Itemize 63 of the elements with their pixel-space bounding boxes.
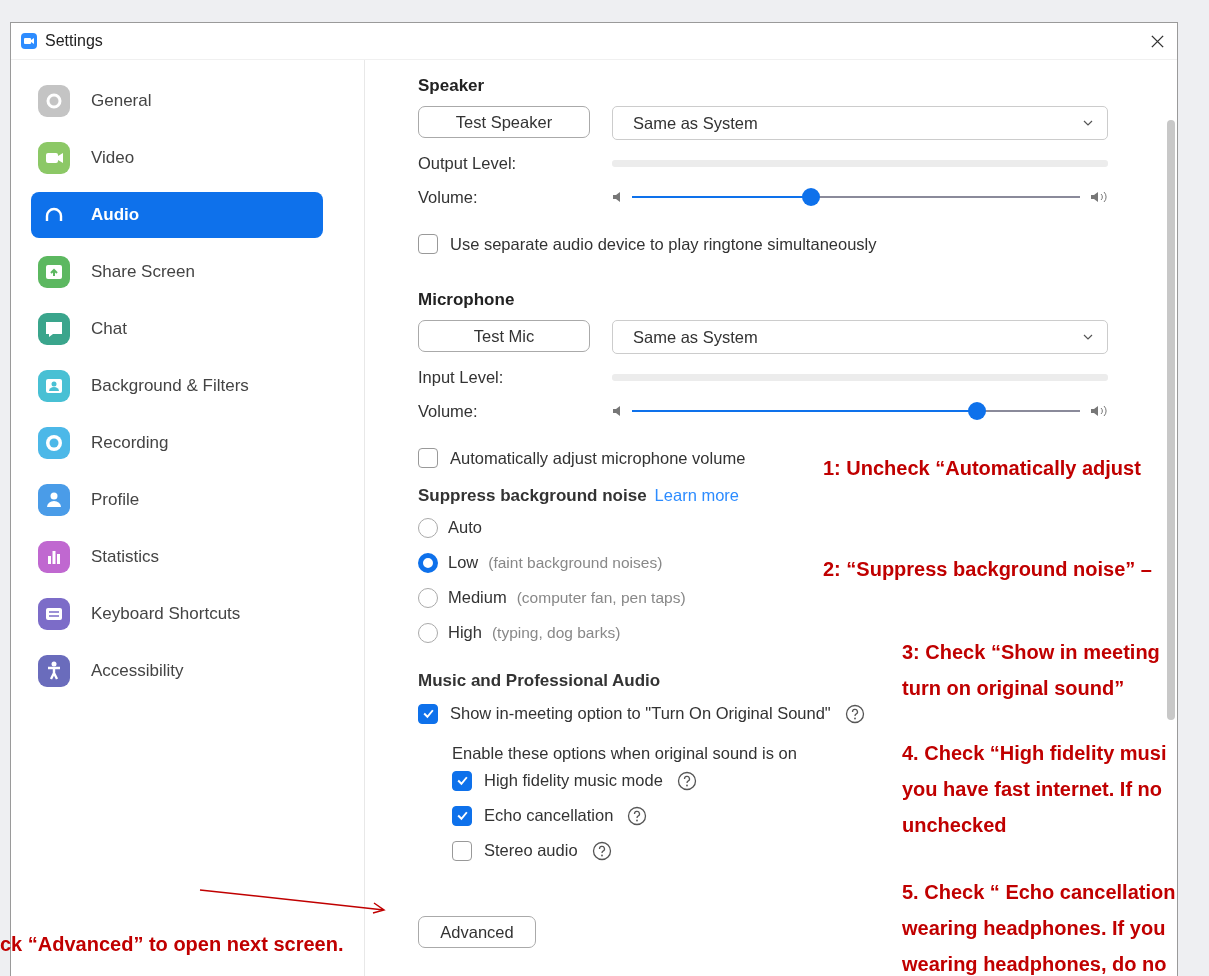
sidebar-item[interactable]: Recording (31, 420, 323, 466)
level-label: Input Level: (418, 367, 505, 387)
slider-thumb[interactable] (802, 188, 821, 206)
section-heading: Music and Professional Audio (418, 670, 661, 692)
sidebar-item[interactable]: Background & Filters (31, 363, 323, 409)
checkmark-icon (421, 707, 435, 720)
speaker-high-icon (1090, 405, 1108, 417)
sidebar-item[interactable]: Keyboard Shortcuts (31, 591, 323, 637)
checkbox-option[interactable]: Show in-meeting option to "Turn On Original Sound" (418, 703, 831, 724)
section-heading: Microphone (418, 290, 516, 311)
checkbox-option[interactable]: High fidelity music mode (452, 770, 663, 791)
help-icon[interactable] (627, 805, 648, 826)
checkmark-icon (455, 809, 469, 822)
help-icon[interactable] (591, 840, 612, 861)
sidebar-item[interactable]: General (31, 78, 323, 124)
checkbox-option[interactable]: Use separate audio device to play ringtone simultaneously (418, 232, 877, 256)
annotation-text: 5. Check “ Echo cancellation (902, 880, 1176, 905)
volume-label: Volume: (418, 401, 479, 421)
section-heading: Speaker (418, 76, 486, 97)
radio-option[interactable]: Auto (418, 510, 482, 545)
advanced-button[interactable]: Advanced (418, 916, 536, 948)
scrollbar-thumb[interactable] (1167, 120, 1175, 720)
sidebar-item[interactable]: Chat (31, 306, 323, 352)
section-heading: Suppress background noise (418, 486, 647, 506)
checkmark-icon (455, 774, 469, 787)
annotation-text: wearing headphones, do no (902, 952, 1168, 976)
annotation-text: unchecked (902, 813, 1008, 838)
test-speaker-button[interactable]: Test Speaker (418, 106, 590, 138)
annotation-text: 2: “Suppress background noise” – (823, 557, 1152, 582)
window-title: Settings (45, 32, 103, 50)
checkbox-option[interactable]: Echo cancellation (452, 805, 614, 826)
radio-option[interactable]: Low (faint background noises) (418, 545, 663, 580)
sidebar-item[interactable]: Profile (31, 477, 323, 523)
help-icon[interactable] (844, 703, 865, 724)
slider-thumb[interactable] (967, 402, 986, 420)
checkbox-option[interactable]: Automatically adjust microphone volume (418, 446, 746, 470)
close-icon[interactable] (1150, 33, 1165, 49)
speaker-high-icon (1090, 191, 1108, 203)
checkbox-option[interactable]: Stereo audio (452, 840, 578, 861)
speaker-select[interactable]: Same as System (612, 106, 1108, 140)
annotation-text: wearing headphones. If you (902, 916, 1167, 941)
chevron-down-icon (1083, 334, 1093, 340)
volume-label: Volume: (418, 187, 479, 207)
help-icon[interactable] (676, 770, 697, 791)
annotation-text: 3: Check “Show in meeting (902, 640, 1160, 665)
annotation-text: turn on original sound” (902, 676, 1126, 701)
test-mic-button[interactable]: Test Mic (418, 320, 590, 352)
microphone-select[interactable]: Same as System (612, 320, 1108, 354)
radio-option[interactable]: Medium (computer fan, pen taps) (418, 580, 686, 615)
annotation-text: ck “Advanced” to open next screen. (0, 932, 344, 957)
sidebar-item[interactable]: Video (31, 135, 323, 181)
sidebar-item[interactable]: Share Screen (31, 249, 323, 295)
annotation-text: you have fast internet. If no (902, 777, 1164, 802)
options-caption: Enable these options when original sound is on (452, 743, 797, 763)
level-label: Output Level: (418, 153, 518, 173)
app-icon (21, 33, 37, 49)
radio-option[interactable]: High (typing, dog barks) (418, 615, 621, 650)
annotation-text: 4. Check “High fidelity musi (902, 741, 1167, 766)
annotation-text: 1: Uncheck “Automatically adjust (823, 456, 1141, 481)
chevron-down-icon (1083, 120, 1093, 126)
sidebar-item[interactable]: Accessibility (31, 648, 323, 694)
sidebar-item[interactable]: Statistics (31, 534, 323, 580)
sidebar-item[interactable]: Audio (31, 192, 323, 238)
